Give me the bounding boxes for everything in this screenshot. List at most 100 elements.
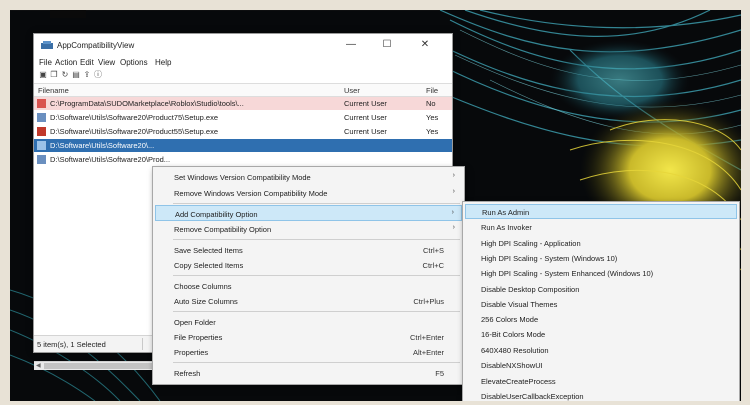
file-warning-icon [37,99,46,108]
menu-item-remove-compat-option[interactable]: Remove Compatibility Option › [155,221,462,237]
menu-separator [173,311,460,312]
top-edge-glyph [50,10,86,18]
save-icon[interactable]: ▣ [38,70,48,80]
compat-option-submenu: Run As Admin Run As Invoker High DPI Sca… [462,201,740,401]
submenu-item-disable-nx-show-ui[interactable]: DisableNXShowUI [465,358,737,373]
submenu-item-dpi-system-enhanced[interactable]: High DPI Scaling - System Enhanced (Wind… [465,266,737,281]
exe-icon [37,127,46,136]
menu-item-label: Open Folder [174,318,216,327]
column-user[interactable]: User [344,86,360,95]
table-row[interactable]: C:\ProgramData\SUDOMarketplace\Roblox\St… [34,97,452,110]
submenu-item-run-as-admin[interactable]: Run As Admin [465,204,737,219]
menu-item-shortcut: Alt+Enter [412,348,444,357]
properties-icon[interactable]: ▤ [71,70,81,80]
menu-item-label: File Properties [174,333,223,342]
submenu-arrow-icon: › [451,209,454,216]
submenu-arrow-icon: › [452,224,455,231]
row-filename: D:\Software\Utils\Software20\Product75\S… [50,113,219,122]
row-file: Yes [426,127,439,136]
column-filename[interactable]: Filename [38,86,69,95]
row-filename: C:\ProgramData\SUDOMarketplace\Roblox\St… [50,99,244,108]
table-row-selected[interactable]: D:\Software\Utils\Software20\... [34,139,452,152]
menu-item-choose-columns[interactable]: Choose Columns [155,278,462,294]
submenu-item-16bit-colors[interactable]: 16-Bit Colors Mode [465,327,737,342]
menu-separator [173,362,460,363]
submenu-item-label: DisableNXShowUI [481,361,543,370]
scrollbar-thumb[interactable] [44,363,164,369]
menu-item-shortcut: Ctrl+Plus [413,297,444,306]
menu-item-label: Remove Compatibility Option [174,225,272,234]
row-user: Current User [344,127,387,136]
exe-icon [37,155,46,164]
menu-action[interactable]: Action [55,58,77,67]
submenu-item-label: High DPI Scaling - System Enhanced (Wind… [481,269,654,278]
row-filename: D:\Software\Utils\Software20\Prod... [50,155,170,164]
submenu-item-label: High DPI Scaling - Application [481,239,581,248]
submenu-item-disable-user-callback-exception[interactable]: DisableUserCallbackException [465,389,737,401]
submenu-item-label: 256 Colors Mode [481,315,539,324]
row-user: Current User [344,113,387,122]
minimize-button[interactable]: — [334,37,368,53]
menu-item-shortcut: Ctrl+S [422,246,444,255]
menu-item-add-compat-option[interactable]: Add Compatibility Option › [155,205,462,221]
info-icon[interactable]: ⓘ [93,70,103,80]
exe-icon [37,141,46,150]
menu-item-shortcut: F5 [435,369,444,378]
status-text: 5 item(s), 1 Selected [37,340,106,349]
menu-item-copy-selected[interactable]: Copy Selected Items Ctrl+C [155,257,462,273]
menu-item-file-properties[interactable]: File Properties Ctrl+Enter [155,329,462,345]
scroll-left-icon[interactable]: ◀ [36,362,41,370]
menu-item-label: Refresh [174,369,201,378]
menu-item-set-compat-mode[interactable]: Set Windows Version Compatibility Mode › [155,169,462,185]
menu-options[interactable]: Options [120,58,148,67]
submenu-item-label: High DPI Scaling - System (Windows 10) [481,254,618,263]
submenu-item-dpi-system[interactable]: High DPI Scaling - System (Windows 10) [465,251,737,266]
column-file[interactable]: File [426,86,438,95]
menu-item-label: Add Compatibility Option [175,210,258,219]
grid-header: Filename User File [34,84,452,97]
submenu-item-640x480[interactable]: 640X480 Resolution [465,343,737,358]
title-bar[interactable]: AppCompatibilityView — ☐ ✕ [34,34,452,56]
maximize-button[interactable]: ☐ [370,37,404,53]
submenu-item-run-as-invoker[interactable]: Run As Invoker [465,220,737,235]
refresh-icon[interactable]: ↻ [60,70,70,80]
submenu-item-dpi-application[interactable]: High DPI Scaling - Application [465,236,737,251]
submenu-item-label: DisableUserCallbackException [481,392,584,401]
menu-item-auto-size-columns[interactable]: Auto Size Columns Ctrl+Plus [155,293,462,309]
menu-item-shortcut: Ctrl+C [422,261,444,270]
desktop: AppCompatibilityView — ☐ ✕ File Action E… [10,10,741,401]
row-filename: D:\Software\Utils\Software20\Product55\S… [50,127,219,136]
submenu-item-elevate-create-process[interactable]: ElevateCreateProcess [465,374,737,389]
submenu-item-disable-desktop-composition[interactable]: Disable Desktop Composition [465,282,737,297]
row-file: No [426,99,436,108]
menu-item-save-selected[interactable]: Save Selected Items Ctrl+S [155,242,462,258]
export-icon[interactable]: ⇪ [82,70,92,80]
submenu-item-label: 640X480 Resolution [481,346,549,355]
menu-item-label: Properties [174,348,209,357]
menu-help[interactable]: Help [155,58,171,67]
toolbar: ▣ ❐ ↻ ▤ ⇪ ⓘ [38,70,452,82]
copy-icon[interactable]: ❐ [49,70,59,80]
submenu-item-256-colors[interactable]: 256 Colors Mode [465,312,737,327]
menu-item-label: Auto Size Columns [174,297,238,306]
menu-item-refresh[interactable]: Refresh F5 [155,365,462,381]
submenu-item-label: Run As Admin [482,208,530,217]
menu-item-remove-compat-mode[interactable]: Remove Windows Version Compatibility Mod… [155,185,462,201]
table-row[interactable]: D:\Software\Utils\Software20\Prod... [34,153,452,166]
window-title: AppCompatibilityView [57,41,135,50]
exe-icon [37,113,46,122]
submenu-item-disable-visual-themes[interactable]: Disable Visual Themes [465,297,737,312]
menu-file[interactable]: File [39,58,52,67]
table-row[interactable]: D:\Software\Utils\Software20\Product75\S… [34,111,452,124]
close-button[interactable]: ✕ [408,37,442,53]
menu-edit[interactable]: Edit [80,58,94,67]
submenu-item-label: Run As Invoker [481,223,532,232]
menu-item-properties[interactable]: Properties Alt+Enter [155,344,462,360]
menu-view[interactable]: View [98,58,115,67]
menu-separator [173,239,460,240]
status-divider [142,338,143,350]
menu-item-open-folder[interactable]: Open Folder [155,314,462,330]
submenu-item-label: Disable Visual Themes [481,300,558,309]
row-filename: D:\Software\Utils\Software20\... [50,141,155,150]
table-row[interactable]: D:\Software\Utils\Software20\Product55\S… [34,125,452,138]
